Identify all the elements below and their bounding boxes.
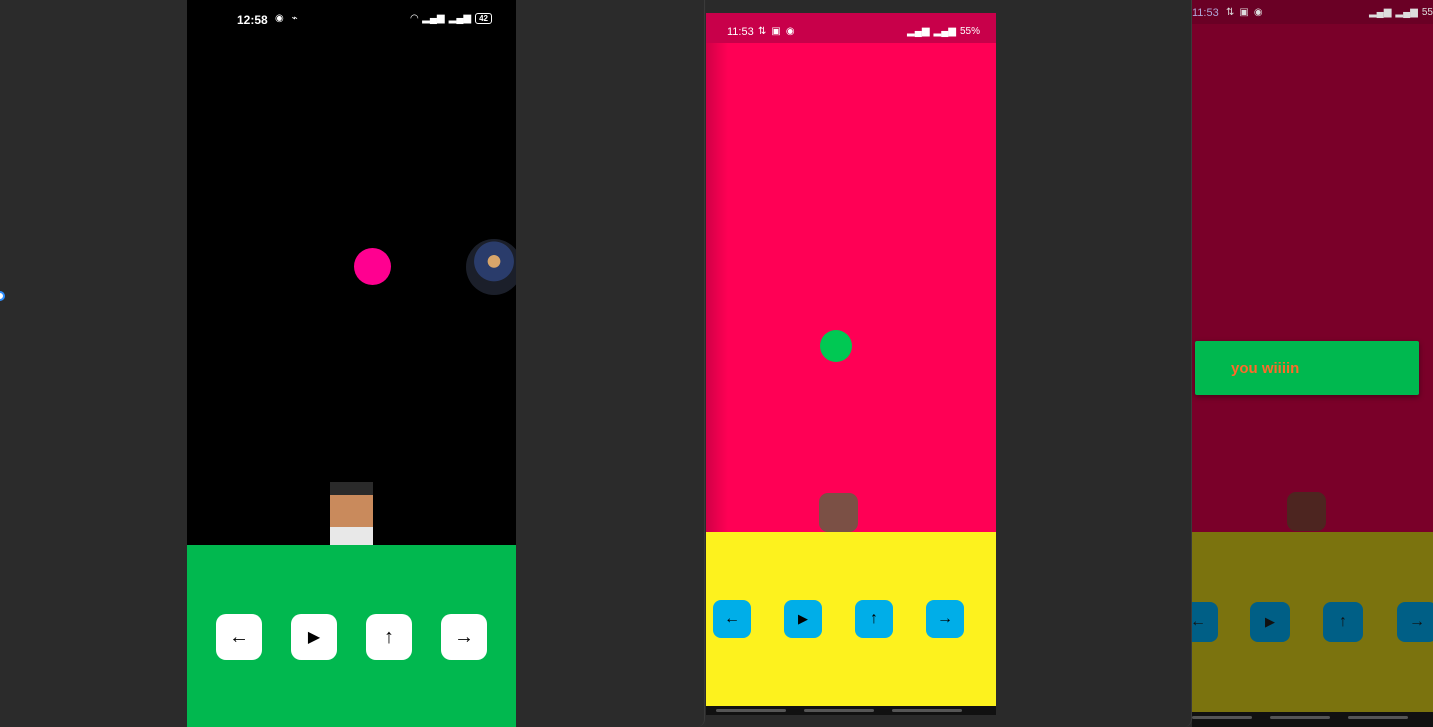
player-block: [1287, 492, 1326, 531]
battery-indicator: 55: [1421, 7, 1433, 18]
right-button[interactable]: →: [1397, 602, 1433, 642]
play-icon: ▶: [798, 611, 808, 626]
up-button[interactable]: ↑: [366, 614, 412, 660]
right-button[interactable]: →: [926, 600, 964, 638]
enemy-avatar: [466, 239, 516, 295]
controls-panel: ← ▶ ↑ →: [187, 545, 516, 727]
wifi-icon: ◠: [410, 13, 419, 24]
phone-screen-2: 11:53 ⇅ ▣ ◉ ▂▄▆ ▂▄▆ 55% ← ▶ ↑ →: [706, 13, 996, 715]
up-button[interactable]: ↑: [855, 600, 893, 638]
gallery-icon: ▣: [771, 26, 781, 37]
battery-indicator: 42: [475, 13, 492, 24]
win-message-text: you wiiiin: [1231, 360, 1300, 377]
status-time: 12:58: [237, 13, 268, 27]
signal-icon: ▂▄▆: [422, 13, 445, 24]
game-ball: [354, 248, 391, 285]
arrow-left-icon: ←: [1192, 613, 1206, 630]
arrow-up-icon: ↑: [1339, 613, 1347, 630]
nav-bar: [706, 706, 996, 715]
arrow-right-icon: →: [454, 625, 474, 648]
arrow-up-icon: ↑: [384, 625, 394, 648]
battery-indicator: 55%: [959, 26, 980, 37]
whatsapp-icon: ◉: [1253, 7, 1263, 18]
play-icon: ▶: [307, 629, 321, 646]
left-button[interactable]: ←: [1192, 602, 1218, 642]
status-time: 11:53: [727, 26, 754, 38]
signal-icon-2: ▂▄▆: [1395, 7, 1418, 18]
play-icon: ▶: [1265, 614, 1275, 629]
nav-bar: [1192, 712, 1433, 727]
play-button[interactable]: ▶: [784, 600, 822, 638]
game-ball: [820, 330, 852, 362]
phone-screen-3: 11:53 ⇅ ▣ ◉ ▂▄▆ ▂▄▆ 55 you wiiiin ← ▶ ↑ …: [1192, 0, 1433, 727]
up-button[interactable]: ↑: [1323, 602, 1363, 642]
signal-icon: ▂▄▆: [907, 26, 930, 37]
controls-panel: ← ▶ ↑ →: [1192, 532, 1433, 712]
arrow-left-icon: ←: [724, 610, 740, 627]
whatsapp-icon: ◉: [275, 13, 284, 24]
phone-screen-1: 12:58 ◉ ⌁ ◠ ▂▄▆ ▂▄▆ 42 ← ▶ ↑ →: [187, 0, 516, 727]
signal-icon-2: ▂▄▆: [933, 26, 956, 37]
status-time: 11:53: [1192, 7, 1219, 19]
arrow-up-icon: ↑: [870, 610, 878, 627]
play-button[interactable]: ▶: [1250, 602, 1290, 642]
arrow-left-icon: ←: [229, 625, 249, 648]
arrow-right-icon: →: [937, 610, 953, 627]
left-button[interactable]: ←: [216, 614, 262, 660]
win-message: you wiiiin: [1195, 341, 1419, 395]
gallery-icon: ▣: [1239, 7, 1249, 18]
status-bar: 11:53 ⇅ ▣ ◉ ▂▄▆ ▂▄▆ 55: [1192, 0, 1433, 24]
status-bar: 12:58 ◉ ⌁ ◠ ▂▄▆ ▂▄▆ 42: [187, 0, 516, 40]
left-button[interactable]: ←: [713, 600, 751, 638]
status-bar: 11:53 ⇅ ▣ ◉ ▂▄▆ ▂▄▆ 55%: [706, 13, 996, 43]
play-button[interactable]: ▶: [291, 614, 337, 660]
data-speed-icon: ⇅: [1226, 7, 1235, 18]
data-speed-icon: ⇅: [758, 26, 767, 37]
controls-panel: ← ▶ ↑ →: [706, 532, 996, 706]
signal-icon: ▂▄▆: [1368, 7, 1392, 18]
player-avatar: [330, 482, 373, 546]
player-block: [819, 493, 858, 532]
right-button[interactable]: →: [441, 614, 487, 660]
arrow-right-icon: →: [1409, 613, 1425, 630]
notification-icon: ⌁: [291, 13, 298, 24]
signal-icon-2: ▂▄▆: [448, 13, 472, 24]
whatsapp-icon: ◉: [785, 26, 795, 37]
